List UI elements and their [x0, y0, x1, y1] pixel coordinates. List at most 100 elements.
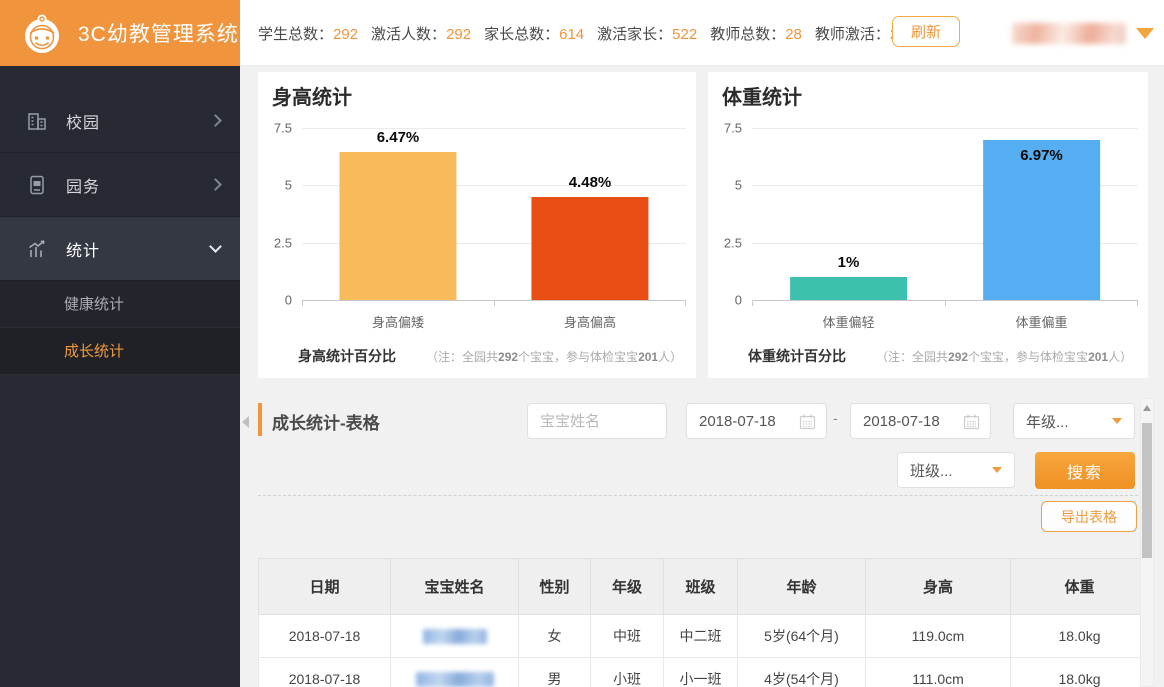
stat-parents-total: 家长总数：614	[484, 23, 584, 44]
scrollbar-up-arrow-icon[interactable]	[1143, 405, 1151, 411]
app-title: 3C幼教管理系统	[78, 18, 239, 48]
bar-value-label: 1%	[752, 254, 945, 271]
col-gender: 性别	[519, 559, 591, 615]
scrollbar-thumb[interactable]	[1142, 423, 1152, 558]
x-category-label: 身高偏矮	[302, 312, 494, 331]
topbar: 学生总数：292 激活人数：292 家长总数：614 激活家长：522 教师总数…	[240, 0, 1164, 66]
y-tick: 5	[735, 178, 742, 193]
y-tick: 7.5	[724, 121, 742, 136]
stats-chart-icon	[24, 236, 50, 262]
stat-teachers-total: 教师总数：28	[710, 23, 802, 44]
sidebar: 校园 园务	[0, 66, 240, 687]
bar-value-label: 6.47%	[302, 129, 494, 146]
weight-chart-plot: 7.5 5 2.5 0 1% 6.97% 体重偏轻 体重偏重	[752, 128, 1138, 300]
baby-name-input[interactable]	[527, 403, 667, 439]
sidebar-subitem-growth-stats[interactable]: 成长统计	[0, 328, 240, 375]
chart-footer-note: （注：全园共292个宝宝，参与体检宝宝201人）	[426, 348, 682, 365]
chevron-right-icon	[209, 114, 222, 127]
chart-title: 身高统计	[272, 81, 352, 110]
height-chart-plot: 7.5 5 2.5 0 6.47% 4.48% 身高偏矮 身高偏高	[302, 128, 686, 300]
calendar-icon	[963, 413, 980, 430]
sidebar-item-statistics[interactable]: 统计	[0, 217, 240, 281]
section-accent-bar	[258, 403, 262, 436]
bar	[790, 277, 908, 300]
y-tick: 2.5	[274, 235, 292, 250]
table-header-row: 日期 宝宝姓名 性别 年级 班级 年龄 身高 体重	[259, 559, 1149, 615]
caret-down-icon	[992, 467, 1002, 473]
user-name-redacted	[1012, 23, 1126, 44]
chart-footer: 身高统计百分比 （注：全园共292个宝宝，参与体检宝宝201人）	[258, 340, 696, 372]
bar-group: 6.97%	[945, 128, 1138, 300]
sidebar-item-label: 园务	[66, 173, 100, 197]
date-from-picker[interactable]: 2018-07-18	[686, 403, 827, 439]
bar	[339, 152, 456, 300]
sidebar-item-affairs[interactable]: 园务	[0, 153, 240, 217]
height-stats-card: 身高统计 7.5 5 2.5 0 6.47% 4.48% 身	[258, 72, 696, 378]
x-category-label: 体重偏轻	[752, 312, 945, 331]
x-category-label: 体重偏重	[945, 312, 1138, 331]
class-select[interactable]: 班级...	[897, 452, 1015, 488]
weight-stats-card: 体重统计 7.5 5 2.5 0 1% 6.97% 体重偏轻	[708, 72, 1148, 378]
export-table-button[interactable]: 导出表格	[1041, 501, 1137, 532]
bar-value-label: 4.48%	[494, 174, 686, 191]
chart-title: 体重统计	[722, 81, 802, 110]
refresh-button[interactable]: 刷新	[892, 16, 960, 47]
date-to-picker[interactable]: 2018-07-18	[850, 403, 991, 439]
search-button[interactable]: 搜索	[1035, 452, 1135, 489]
app-logo[interactable]: 3C幼教管理系统	[0, 0, 240, 66]
sidebar-item-campus[interactable]: 校园	[0, 89, 240, 153]
calendar-icon	[799, 413, 816, 430]
chart-footer: 体重统计百分比 （注：全园共292个宝宝，参与体检宝宝201人）	[708, 340, 1148, 372]
chart-footer-note: （注：全园共292个宝宝，参与体检宝宝201人）	[876, 348, 1132, 365]
col-height: 身高	[866, 559, 1011, 615]
col-weight: 体重	[1011, 559, 1149, 615]
class-select-value: 班级...	[910, 460, 992, 481]
col-date: 日期	[259, 559, 391, 615]
chart-footer-label: 体重统计百分比	[748, 346, 846, 366]
sidebar-item-label: 校园	[66, 109, 100, 133]
x-category-label: 身高偏高	[494, 312, 686, 331]
y-tick: 5	[285, 178, 292, 193]
table-row: 2018-07-18 女 中班 中二班 5岁(64个月) 119.0cm 18.…	[259, 615, 1149, 658]
stat-students-total: 学生总数：292	[258, 23, 358, 44]
y-tick: 2.5	[724, 235, 742, 250]
date-range-separator: -	[833, 410, 838, 426]
col-class: 班级	[664, 559, 738, 615]
y-tick: 0	[735, 293, 742, 308]
stat-students-active: 激活人数：292	[371, 23, 471, 44]
baby-name-redacted	[416, 672, 494, 687]
col-baby-name: 宝宝姓名	[391, 559, 519, 615]
bar-group: 4.48%	[494, 128, 686, 300]
col-age: 年龄	[738, 559, 866, 615]
col-grade: 年级	[591, 559, 664, 615]
baby-name-redacted	[423, 629, 487, 644]
grade-select[interactable]: 年级...	[1013, 403, 1135, 439]
bar-group: 6.47%	[302, 128, 494, 300]
stats-bar: 学生总数：292 激活人数：292 家长总数：614 激活家长：522 教师总数…	[258, 0, 920, 66]
table-row: 2018-07-18 男 小班 小一班 4岁(54个月) 111.0cm 18.…	[259, 658, 1149, 687]
building-icon	[24, 108, 50, 134]
chevron-right-icon	[209, 178, 222, 191]
y-tick: 7.5	[274, 121, 292, 136]
collapse-sidebar-arrow-icon[interactable]	[242, 416, 249, 428]
dashed-divider	[258, 495, 1148, 496]
bar-value-label: 6.97%	[945, 147, 1138, 164]
sidebar-subitem-health-stats[interactable]: 健康统计	[0, 281, 240, 328]
date-from-value: 2018-07-18	[699, 413, 799, 430]
bar	[531, 197, 648, 300]
bar-group: 1%	[752, 128, 945, 300]
user-menu[interactable]	[1012, 0, 1156, 66]
y-tick: 0	[285, 293, 292, 308]
growth-data-table: 日期 宝宝姓名 性别 年级 班级 年龄 身高 体重 2018-07-18 女	[258, 558, 1149, 687]
main-content: 身高统计 7.5 5 2.5 0 6.47% 4.48% 身	[240, 66, 1164, 687]
growth-table-section: 成长统计-表格 2018-07-18 - 2018-07-18	[240, 390, 1164, 687]
section-title: 成长统计-表格	[272, 409, 380, 434]
stat-parents-active: 激活家长：522	[597, 23, 697, 44]
date-to-value: 2018-07-18	[863, 413, 963, 430]
grade-select-value: 年级...	[1026, 411, 1112, 432]
caret-down-icon	[1112, 418, 1122, 424]
caret-down-icon	[1136, 28, 1154, 39]
vertical-scrollbar[interactable]	[1140, 398, 1154, 687]
robot-logo-icon	[20, 10, 64, 56]
sidebar-item-label: 统计	[66, 237, 100, 261]
